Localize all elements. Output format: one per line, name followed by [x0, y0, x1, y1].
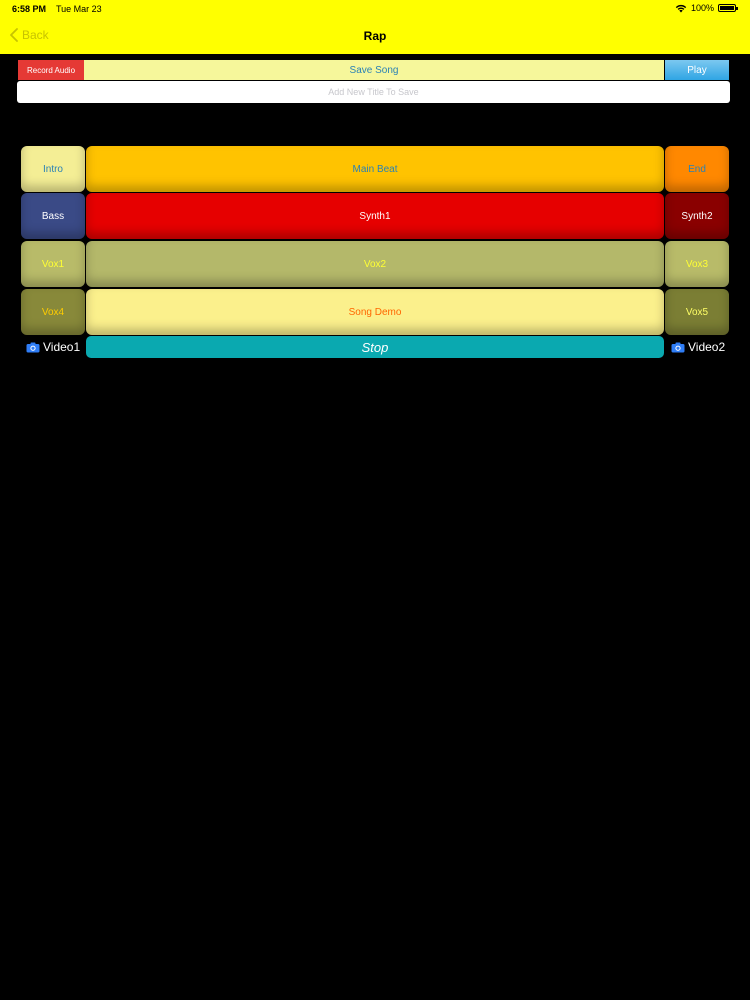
status-date: Tue Mar 23: [56, 4, 102, 14]
video1-button[interactable]: Video1: [26, 340, 80, 354]
pad-synth1[interactable]: Synth1: [86, 193, 664, 239]
pad-vox4[interactable]: Vox4: [21, 289, 85, 335]
video1-label: Video1: [43, 340, 81, 354]
video2-button[interactable]: Video2: [671, 340, 725, 354]
status-time: 6:58 PM: [12, 4, 47, 14]
page-title: Rap: [363, 29, 387, 43]
record-audio-button[interactable]: Record Audio: [18, 60, 84, 80]
pad-intro[interactable]: Intro: [21, 146, 85, 192]
pad-bass[interactable]: Bass: [21, 193, 85, 239]
save-song-button[interactable]: Save Song: [84, 60, 664, 80]
battery-percent: 100%: [690, 3, 714, 13]
navigation-bar: Back Rap: [0, 18, 750, 54]
toolbar: Record Audio Save Song Play: [18, 60, 729, 80]
song-title-input[interactable]: [17, 81, 730, 103]
camera-icon: [671, 342, 685, 352]
video2-label: Video2: [688, 340, 726, 354]
pad-end[interactable]: End: [665, 146, 729, 192]
camera-icon: [26, 342, 40, 352]
play-button[interactable]: Play: [665, 60, 729, 80]
pad-vox2[interactable]: Vox2: [86, 241, 664, 287]
stop-button[interactable]: Stop: [86, 336, 664, 358]
pad-song-demo[interactable]: Song Demo: [86, 289, 664, 335]
status-right: 100%: [675, 3, 738, 13]
status-bar: 6:58 PM Tue Mar 23 100%: [0, 0, 750, 18]
pad-vox3[interactable]: Vox3: [665, 241, 729, 287]
pad-vox1[interactable]: Vox1: [21, 241, 85, 287]
battery-icon: [718, 4, 738, 12]
pad-main-beat[interactable]: Main Beat: [86, 146, 664, 192]
pad-vox5[interactable]: Vox5: [665, 289, 729, 335]
wifi-icon: [675, 4, 687, 12]
pad-synth2[interactable]: Synth2: [665, 193, 729, 239]
